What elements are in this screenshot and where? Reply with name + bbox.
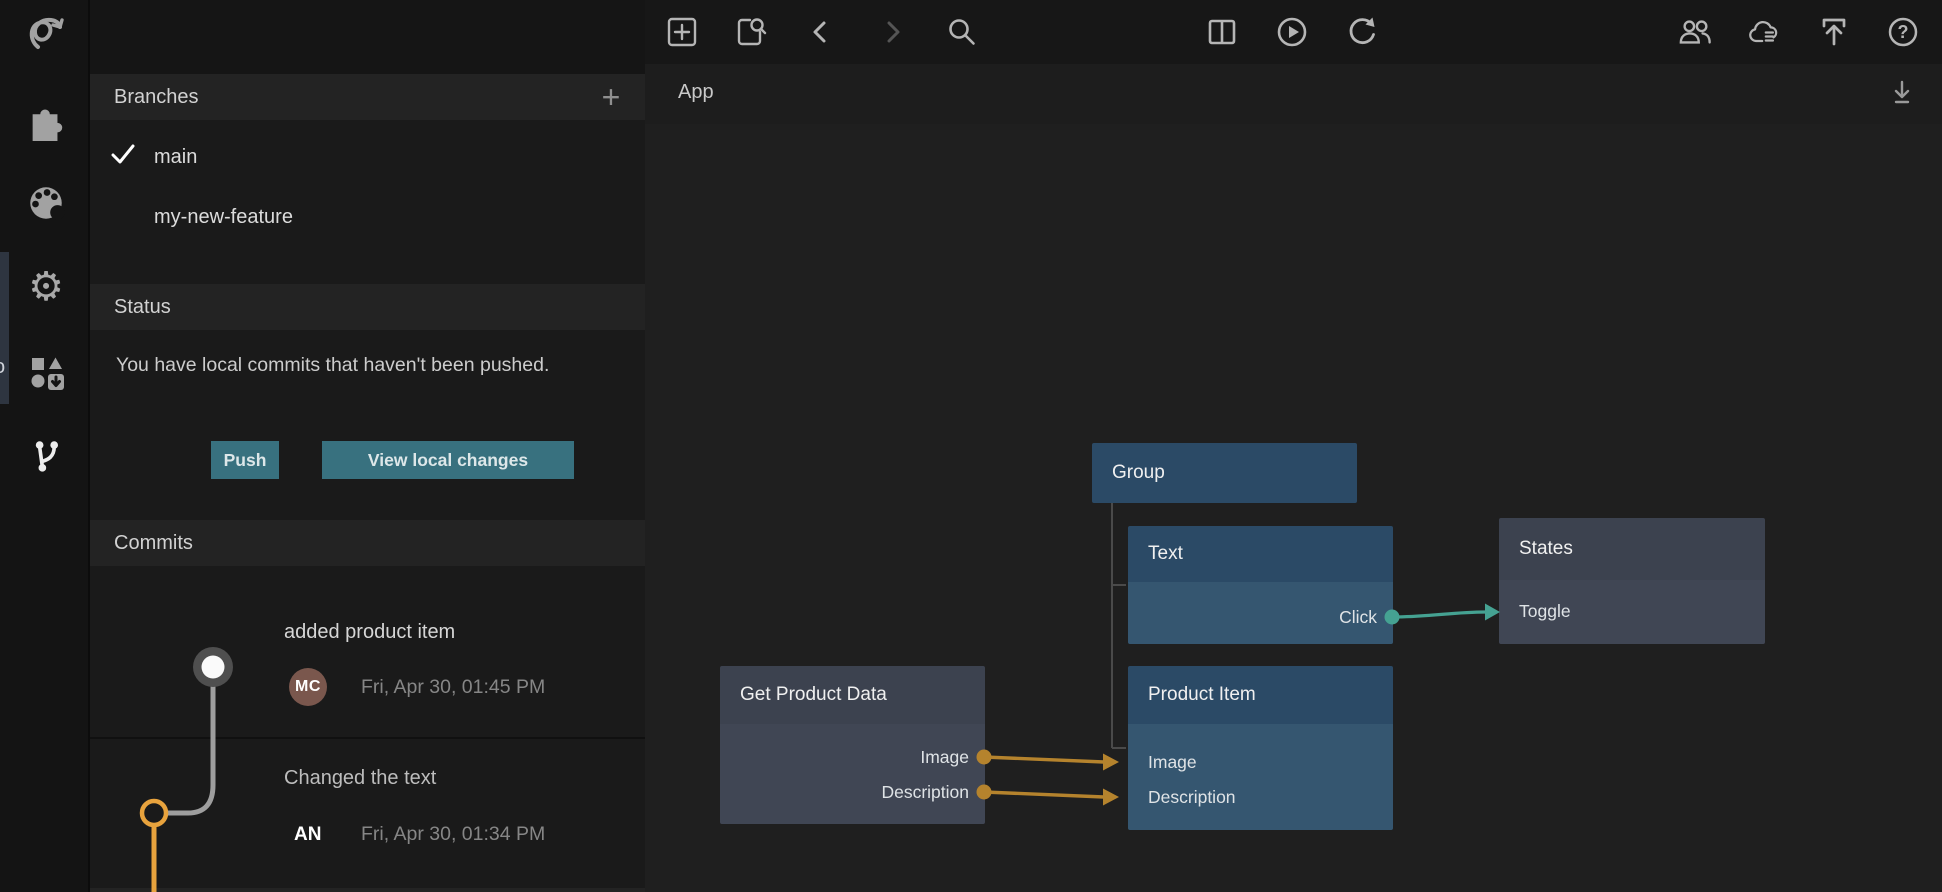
node-label: Group (1112, 462, 1165, 484)
deploy-icon[interactable] (1817, 15, 1851, 49)
commit-message: Changed the text (284, 767, 436, 790)
view-local-changes-button[interactable]: View local changes (322, 441, 574, 479)
panel-top-spacer (90, 0, 645, 74)
styles-palette-icon[interactable] (22, 179, 70, 227)
node-label: Get Product Data (740, 684, 887, 706)
search-icon[interactable] (944, 15, 978, 49)
collaborators-icon[interactable] (1678, 15, 1712, 49)
download-icon[interactable] (1888, 78, 1916, 113)
version-control-panel: Branches + main my-new-feature Status Yo… (88, 0, 645, 892)
branch-name: main (154, 146, 197, 169)
nav-forward-icon[interactable] (875, 15, 909, 49)
icon-rail: ⚙ (0, 0, 88, 892)
components-puzzle-icon[interactable] (22, 96, 70, 144)
node-library-icon[interactable] (22, 348, 70, 396)
add-node-icon[interactable] (665, 15, 699, 49)
node-label: Text (1148, 543, 1183, 565)
current-branch-check-icon (110, 143, 144, 171)
status-title: Status (114, 296, 171, 319)
cloud-services-icon[interactable] (1747, 15, 1781, 49)
help-glyph: ? (1898, 22, 1909, 43)
nav-back-icon[interactable] (804, 15, 838, 49)
status-section-header: Status (90, 284, 645, 330)
gear-glyph: ⚙ (28, 267, 64, 307)
next-section-edge (90, 888, 645, 892)
commit-timestamp: Fri, Apr 30, 01:34 PM (361, 823, 545, 846)
output-port-image[interactable]: Image (920, 744, 969, 770)
branch-item-my-new-feature[interactable]: my-new-feature (90, 191, 645, 243)
run-preview-icon[interactable] (1275, 15, 1309, 49)
commit-avatar-initials: AN (294, 824, 321, 846)
version-control-icon[interactable] (22, 432, 70, 480)
branch-item-main[interactable]: main (90, 131, 645, 183)
refresh-icon[interactable] (1345, 15, 1379, 49)
branches-section-header: Branches (90, 74, 645, 120)
commit-row[interactable]: added product item MC Fri, Apr 30, 01:45… (90, 566, 645, 738)
commits-section-header: Commits (90, 520, 645, 566)
branch-name: my-new-feature (154, 206, 293, 229)
output-port-click[interactable]: Click (1339, 604, 1377, 630)
node-product-item[interactable]: Product Item Image Description (1128, 666, 1393, 830)
output-port-description[interactable]: Description (881, 779, 969, 805)
breadcrumb[interactable]: App (678, 81, 714, 104)
offscreen-panel-sliver: t o (0, 252, 9, 404)
input-port-toggle[interactable]: Toggle (1519, 598, 1571, 624)
canvas-toolbar: ? (645, 0, 1942, 64)
node-label: States (1519, 538, 1573, 560)
node-group[interactable]: Group (1092, 443, 1357, 503)
commit-timestamp: Fri, Apr 30, 01:45 PM (361, 676, 545, 699)
input-port-image[interactable]: Image (1148, 749, 1197, 775)
component-search-icon[interactable] (733, 15, 767, 49)
commit-avatar: MC (289, 668, 327, 706)
input-port-description[interactable]: Description (1148, 784, 1236, 810)
split-view-icon[interactable] (1205, 15, 1239, 49)
push-button[interactable]: Push (211, 441, 279, 479)
node-label: Product Item (1148, 684, 1256, 706)
noodl-editor-window: ⚙ t o Branch (0, 0, 1942, 892)
status-message: You have local commits that haven't been… (116, 352, 596, 380)
commits-title: Commits (114, 532, 193, 555)
node-states[interactable]: States Toggle (1499, 518, 1765, 644)
help-icon[interactable]: ? (1886, 15, 1920, 49)
noodl-logo-icon[interactable] (22, 10, 70, 58)
commit-message: added product item (284, 621, 455, 644)
node-text[interactable]: Text Click (1128, 526, 1393, 644)
node-get-product-data[interactable]: Get Product Data Image Description (720, 666, 985, 824)
component-breadcrumb-bar: App (645, 64, 1942, 124)
settings-gear-icon[interactable]: ⚙ (22, 263, 70, 311)
branches-title: Branches (114, 86, 199, 109)
plus-icon: + (602, 79, 621, 115)
commit-row[interactable]: Changed the text AN Fri, Apr 30, 01:34 P… (90, 739, 645, 888)
add-branch-button[interactable]: + (597, 84, 625, 112)
